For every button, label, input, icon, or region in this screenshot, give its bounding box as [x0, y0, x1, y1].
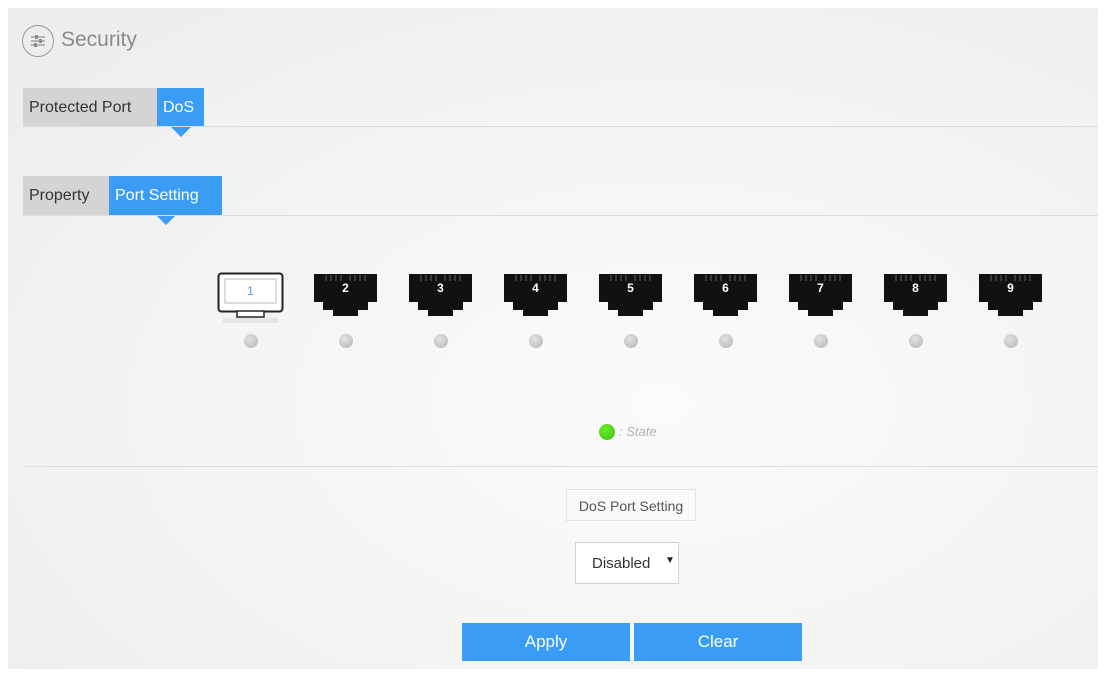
port-state-led-icon [434, 334, 448, 348]
ethernet-port-icon [217, 272, 284, 323]
legend-label: : State [619, 424, 657, 439]
divider [23, 215, 1098, 216]
ethernet-port-9[interactable]: 9 [977, 272, 1044, 318]
dos-state-select[interactable]: Disabled ▼ [575, 542, 679, 584]
divider [23, 466, 1098, 467]
ethernet-port-icon [504, 274, 567, 316]
port-number: 9 [1007, 281, 1014, 295]
port-number: 1 [247, 284, 254, 298]
ethernet-port-5[interactable]: 5 [597, 272, 664, 318]
ethernet-port-icon [979, 274, 1042, 316]
port-state-led-icon [339, 334, 353, 348]
port-number: 3 [437, 281, 444, 295]
port-number: 8 [912, 281, 919, 295]
tab-dos[interactable]: DoS [157, 88, 204, 137]
apply-button[interactable]: Apply [462, 623, 630, 661]
port-state-led-icon [1004, 334, 1018, 348]
dropdown-arrow-icon: ▼ [665, 555, 675, 566]
ethernet-port-icon [599, 274, 662, 316]
ethernet-port-2[interactable]: 2 [312, 272, 379, 318]
port-state-led-icon [624, 334, 638, 348]
port-state-led-icon [719, 334, 733, 348]
port-number: 7 [817, 281, 824, 295]
ethernet-port-icon [694, 274, 757, 316]
ethernet-port-4[interactable]: 4 [502, 272, 569, 318]
port-state-led-icon [529, 334, 543, 348]
tab-protected-port[interactable]: Protected Port [23, 88, 157, 127]
port-number: 6 [722, 281, 729, 295]
dos-state-value: Disabled [592, 555, 651, 572]
state-indicator-icon [599, 424, 615, 440]
ethernet-port-icon [314, 274, 377, 316]
divider [23, 126, 1098, 127]
tab-property[interactable]: Property [23, 176, 109, 215]
tab-port-setting[interactable]: Port Setting [109, 176, 222, 225]
ethernet-port-8[interactable]: 8 [882, 272, 949, 318]
ethernet-port-icon [409, 274, 472, 316]
dos-port-setting-label: DoS Port Setting [566, 489, 696, 521]
ethernet-port-icon [884, 274, 947, 316]
port-state-led-icon [244, 334, 258, 348]
port-state-led-icon [909, 334, 923, 348]
ethernet-port-1[interactable]: 1 [217, 272, 284, 323]
ethernet-port-6[interactable]: 6 [692, 272, 759, 318]
port-number: 2 [342, 281, 349, 295]
page-title: Security [61, 28, 137, 51]
sliders-icon [22, 25, 54, 57]
port-number: 4 [532, 281, 539, 295]
ethernet-port-3[interactable]: 3 [407, 272, 474, 318]
ethernet-port-icon [789, 274, 852, 316]
port-state-led-icon [814, 334, 828, 348]
ethernet-port-7[interactable]: 7 [787, 272, 854, 318]
clear-button[interactable]: Clear [634, 623, 802, 661]
port-number: 5 [627, 281, 634, 295]
